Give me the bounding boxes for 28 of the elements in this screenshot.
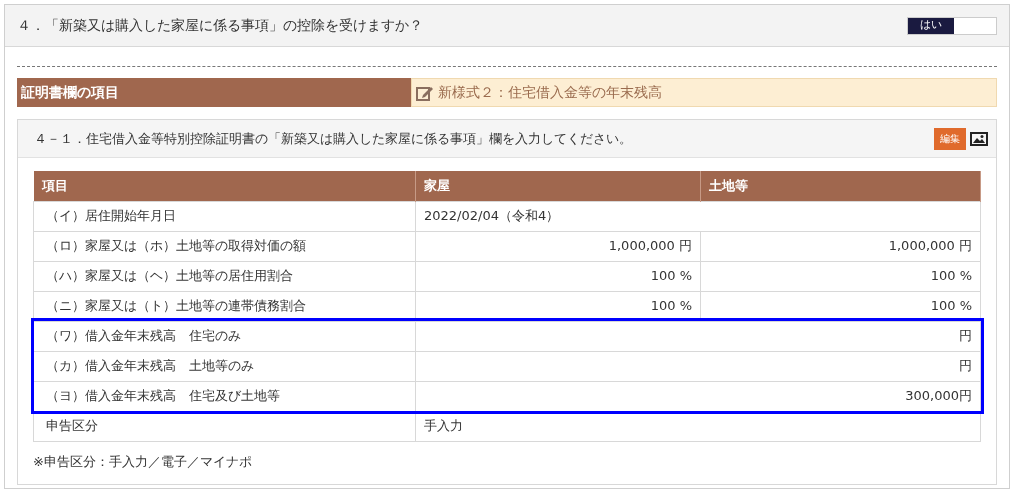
table-cell: 1,000,000 円 — [415, 231, 701, 261]
image-icon[interactable] — [970, 131, 988, 146]
card-title: ４－１．住宅借入金等特別控除証明書の「新築又は購入した家屋に係る事項」欄を入力してください。 — [34, 129, 632, 148]
table-cell: （ワ）借入金年末残高 住宅のみ — [33, 321, 416, 351]
table-cell: 円 — [415, 351, 981, 381]
table-cell: （ロ）家屋又は（ホ）土地等の取得対価の額 — [33, 231, 416, 261]
column-header: 土地等 — [700, 171, 981, 201]
table-cell: 円 — [415, 321, 981, 351]
edit-icon — [416, 84, 434, 101]
table-cell: 100 % — [415, 261, 701, 291]
section-value: 新様式２：住宅借入金等の年末残高 — [438, 83, 662, 102]
table-cell: （カ）借入金年末残高 土地等のみ — [33, 351, 416, 381]
table-cell: 1,000,000 円 — [700, 231, 981, 261]
toggle-switch[interactable]: はい — [907, 16, 997, 35]
table-cell: （ニ）家屋又は（ト）土地等の連帯債務割合 — [33, 291, 416, 321]
table-cell: 100 % — [700, 261, 981, 291]
table-cell: 100 % — [415, 291, 701, 321]
column-header: 項目 — [33, 171, 416, 201]
table-cell: 2022/02/04（令和4） — [415, 201, 981, 231]
table-cell: 100 % — [700, 291, 981, 321]
table-cell: （イ）居住開始年月日 — [33, 201, 416, 231]
table-cell: 手入力 — [415, 411, 981, 441]
question-text: ４．「新築又は購入した家屋に係る事項」の控除を受けますか？ — [17, 16, 423, 35]
table-cell: 申告区分 — [33, 411, 416, 441]
section-label: 証明書欄の項目 — [17, 78, 411, 107]
table-cell: （ハ）家屋又は（ヘ）土地等の居住用割合 — [33, 261, 416, 291]
note-text: ※申告区分：手入力／電子／マイナポ — [33, 452, 253, 471]
column-header: 家屋 — [415, 171, 701, 201]
